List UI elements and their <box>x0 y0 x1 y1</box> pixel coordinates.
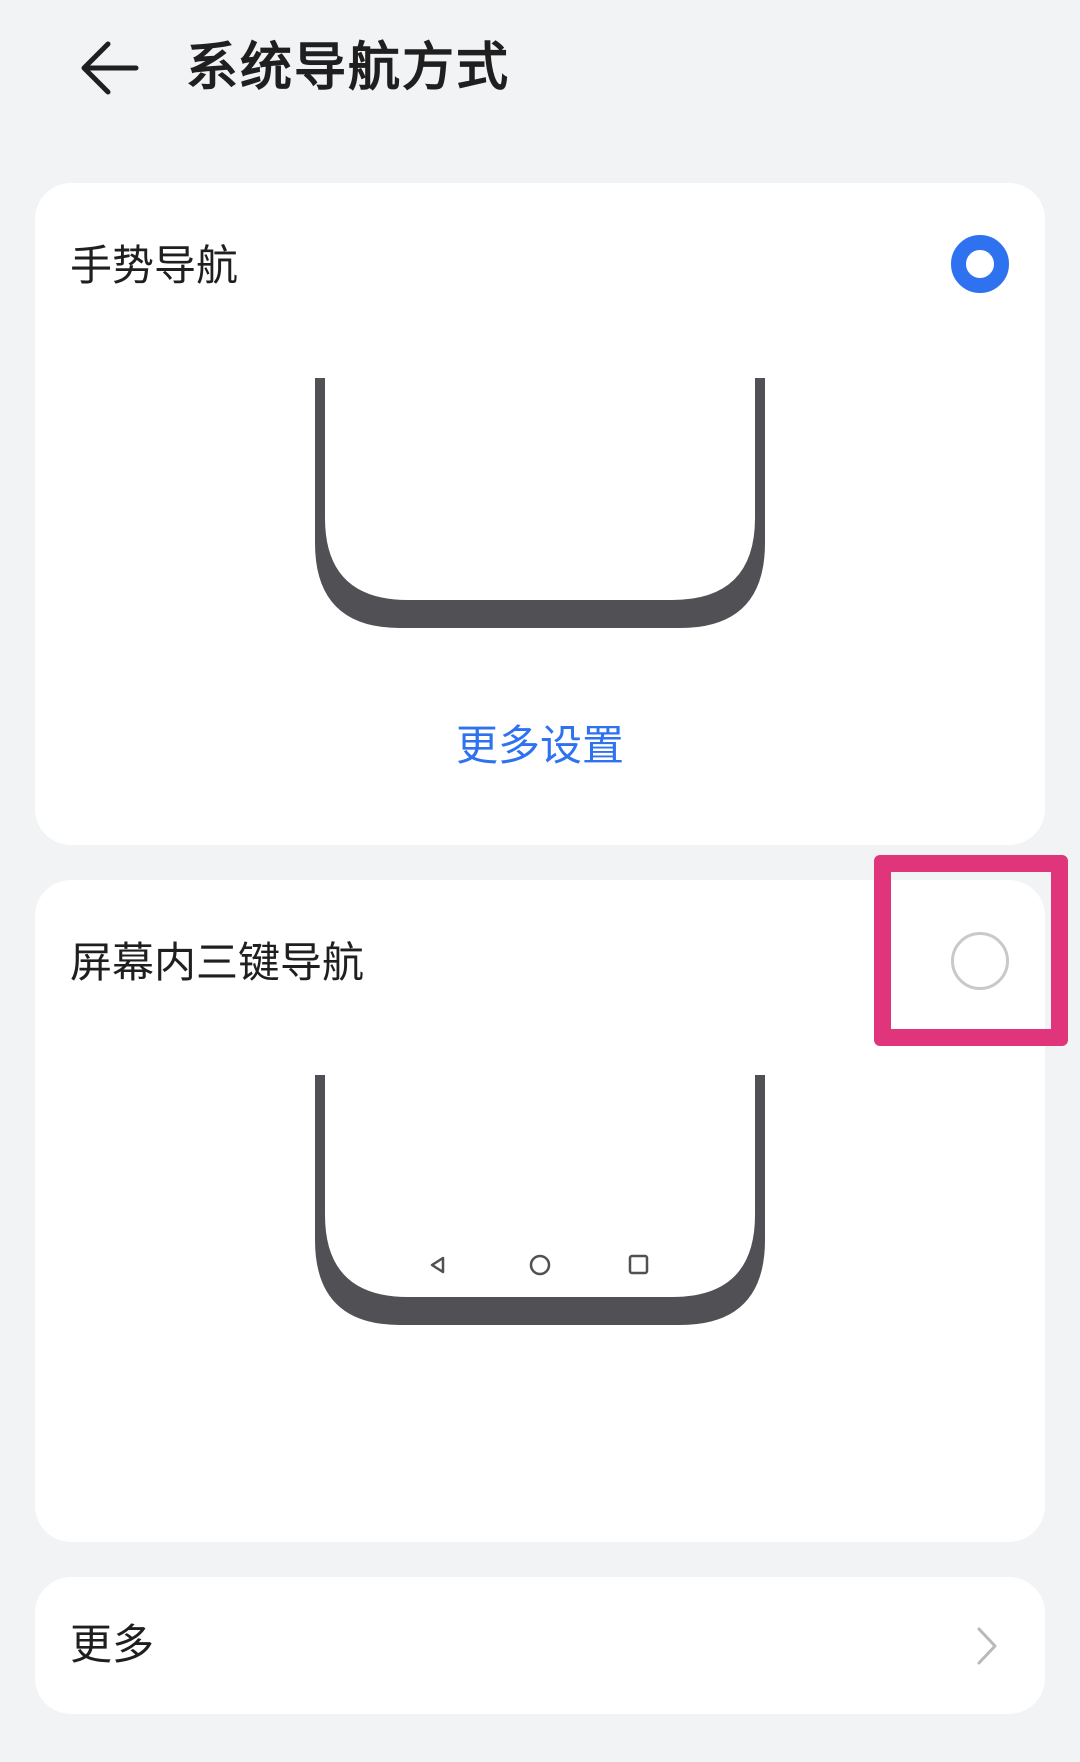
gesture-navigation-label: 手势导航 <box>70 241 239 290</box>
more-settings-link[interactable]: 更多设置 <box>35 718 1045 774</box>
page-title: 系统导航方式 <box>186 38 511 98</box>
back-triangle-icon <box>430 1256 445 1274</box>
gesture-navigation-radio[interactable] <box>951 235 1009 293</box>
more-label: 更多 <box>70 1620 155 1669</box>
more-row[interactable]: 更多 <box>35 1577 1045 1714</box>
gesture-navigation-card[interactable]: 手势导航 更多设置 <box>35 183 1045 845</box>
three-key-navigation-label: 屏幕内三键导航 <box>70 938 365 987</box>
chevron-right-icon <box>977 1627 997 1665</box>
three-key-phone-illustration <box>315 1075 765 1325</box>
back-button[interactable] <box>62 30 158 106</box>
title-bar: 系统导航方式 <box>0 0 1080 150</box>
arrow-left-icon <box>81 41 139 95</box>
more-card[interactable]: 更多 <box>35 1577 1045 1714</box>
recents-square-icon <box>628 1254 649 1275</box>
three-key-navigation-radio[interactable] <box>951 932 1009 990</box>
three-key-navigation-card[interactable]: 屏幕内三键导航 <box>35 880 1045 1542</box>
gesture-phone-illustration <box>315 378 765 628</box>
home-circle-icon <box>529 1254 551 1276</box>
